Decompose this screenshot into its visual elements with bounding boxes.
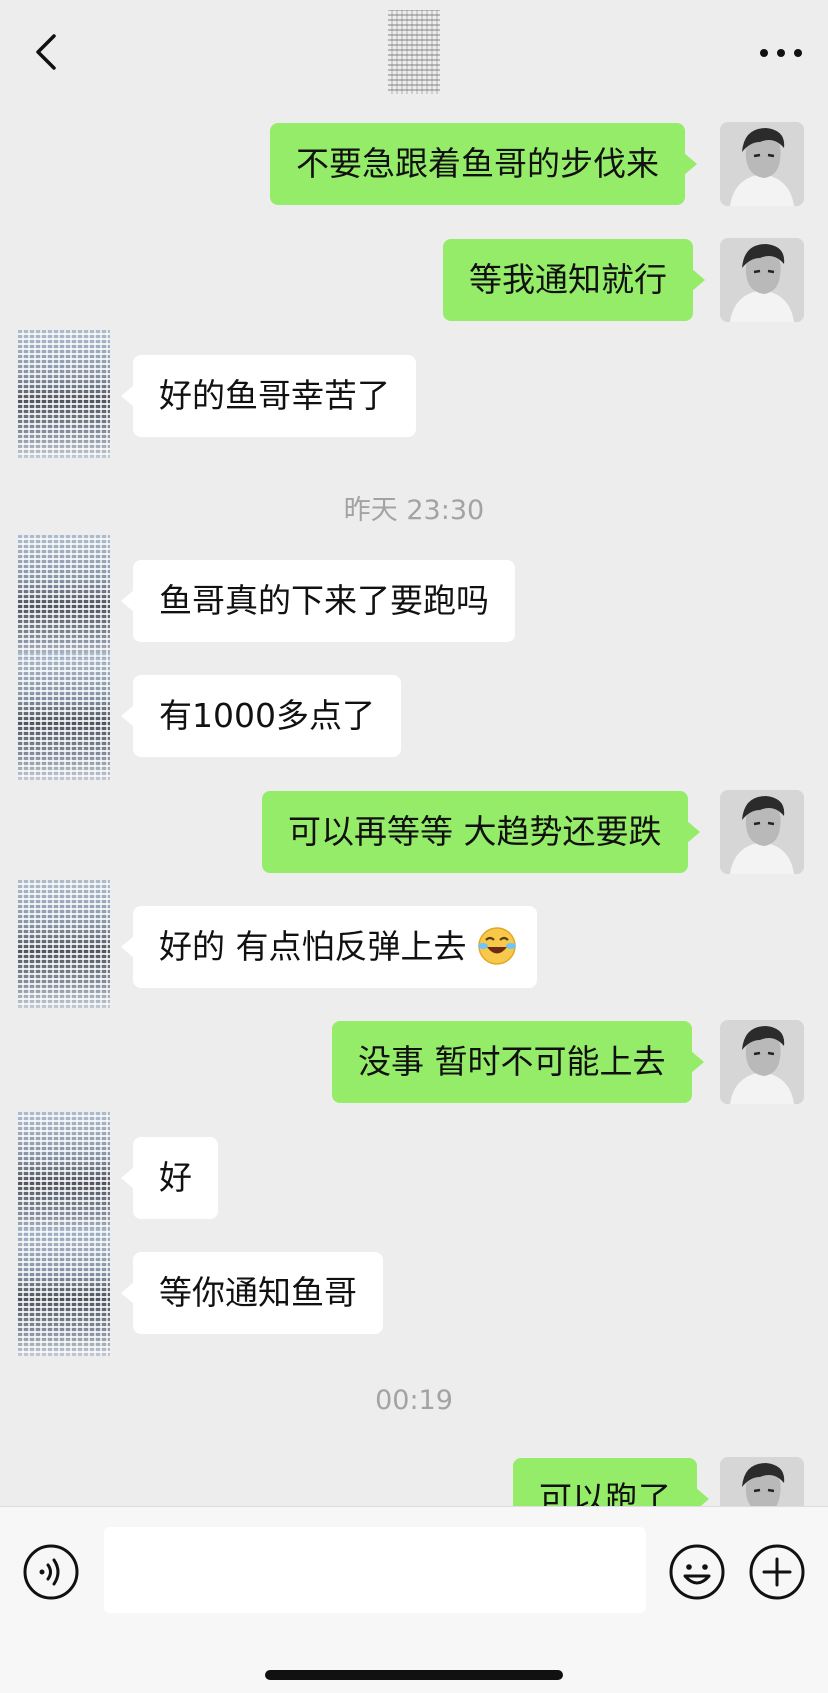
voice-icon [23, 1544, 79, 1600]
message-bubble-incoming[interactable]: 好的 有点怕反弹上去 [121, 906, 537, 988]
ellipsis-icon [760, 49, 802, 57]
contact-avatar[interactable] [18, 1112, 110, 1240]
chat-header [0, 0, 828, 100]
contact-avatar[interactable] [18, 535, 110, 663]
contact-avatar[interactable] [18, 880, 110, 1008]
emoji-icon [669, 1544, 725, 1600]
message-input[interactable] [104, 1527, 646, 1613]
message-bubble-incoming[interactable]: 鱼哥真的下来了要跑吗 [121, 560, 515, 642]
chat-title-pixelated [388, 10, 440, 94]
timestamp: 昨天 23:30 [343, 495, 485, 526]
my-avatar[interactable] [720, 238, 804, 322]
more-functions-button[interactable] [748, 1543, 806, 1601]
my-avatar[interactable] [720, 1020, 804, 1104]
voice-button[interactable] [22, 1543, 80, 1601]
message-text: 好的 有点怕反弹上去 [159, 927, 467, 966]
message-bubble-incoming[interactable]: 好的鱼哥幸苦了 [121, 355, 416, 437]
plus-icon [749, 1544, 805, 1600]
message-bubble-incoming[interactable]: 等你通知鱼哥 [121, 1252, 383, 1334]
timestamp: 00:19 [375, 1385, 453, 1416]
message-bubble-outgoing[interactable]: 不要急跟着鱼哥的步伐来 [270, 123, 697, 205]
input-bar [0, 1506, 828, 1693]
message-bubble-outgoing[interactable]: 等我通知就行 [443, 239, 705, 321]
my-avatar[interactable] [720, 1457, 804, 1506]
my-avatar[interactable] [720, 122, 804, 206]
more-options-button[interactable] [756, 38, 806, 68]
message-bubble-outgoing[interactable]: 没事 暂时不可能上去 [332, 1021, 703, 1103]
back-button[interactable] [30, 30, 70, 74]
contact-avatar[interactable] [18, 330, 110, 458]
home-indicator[interactable] [265, 1670, 563, 1680]
message-bubble-outgoing[interactable]: 可以再等等 大趋势还要跌 [262, 791, 699, 873]
laughing-crying-emoji [478, 927, 516, 965]
chevron-left-icon [36, 34, 56, 70]
message-bubble-incoming[interactable]: 好 [121, 1137, 218, 1219]
message-list[interactable]: 不要急跟着鱼哥的步伐来 等我通知就行 好的鱼哥幸苦了 昨天 23:30 鱼哥真的… [0, 100, 828, 1506]
message-bubble-outgoing[interactable]: 可以跑了 [513, 1458, 709, 1506]
message-bubble-incoming[interactable]: 有1000多点了 [121, 675, 401, 757]
contact-avatar[interactable] [18, 652, 110, 780]
my-avatar[interactable] [720, 790, 804, 874]
emoji-button[interactable] [668, 1543, 726, 1601]
contact-avatar[interactable] [18, 1228, 110, 1356]
